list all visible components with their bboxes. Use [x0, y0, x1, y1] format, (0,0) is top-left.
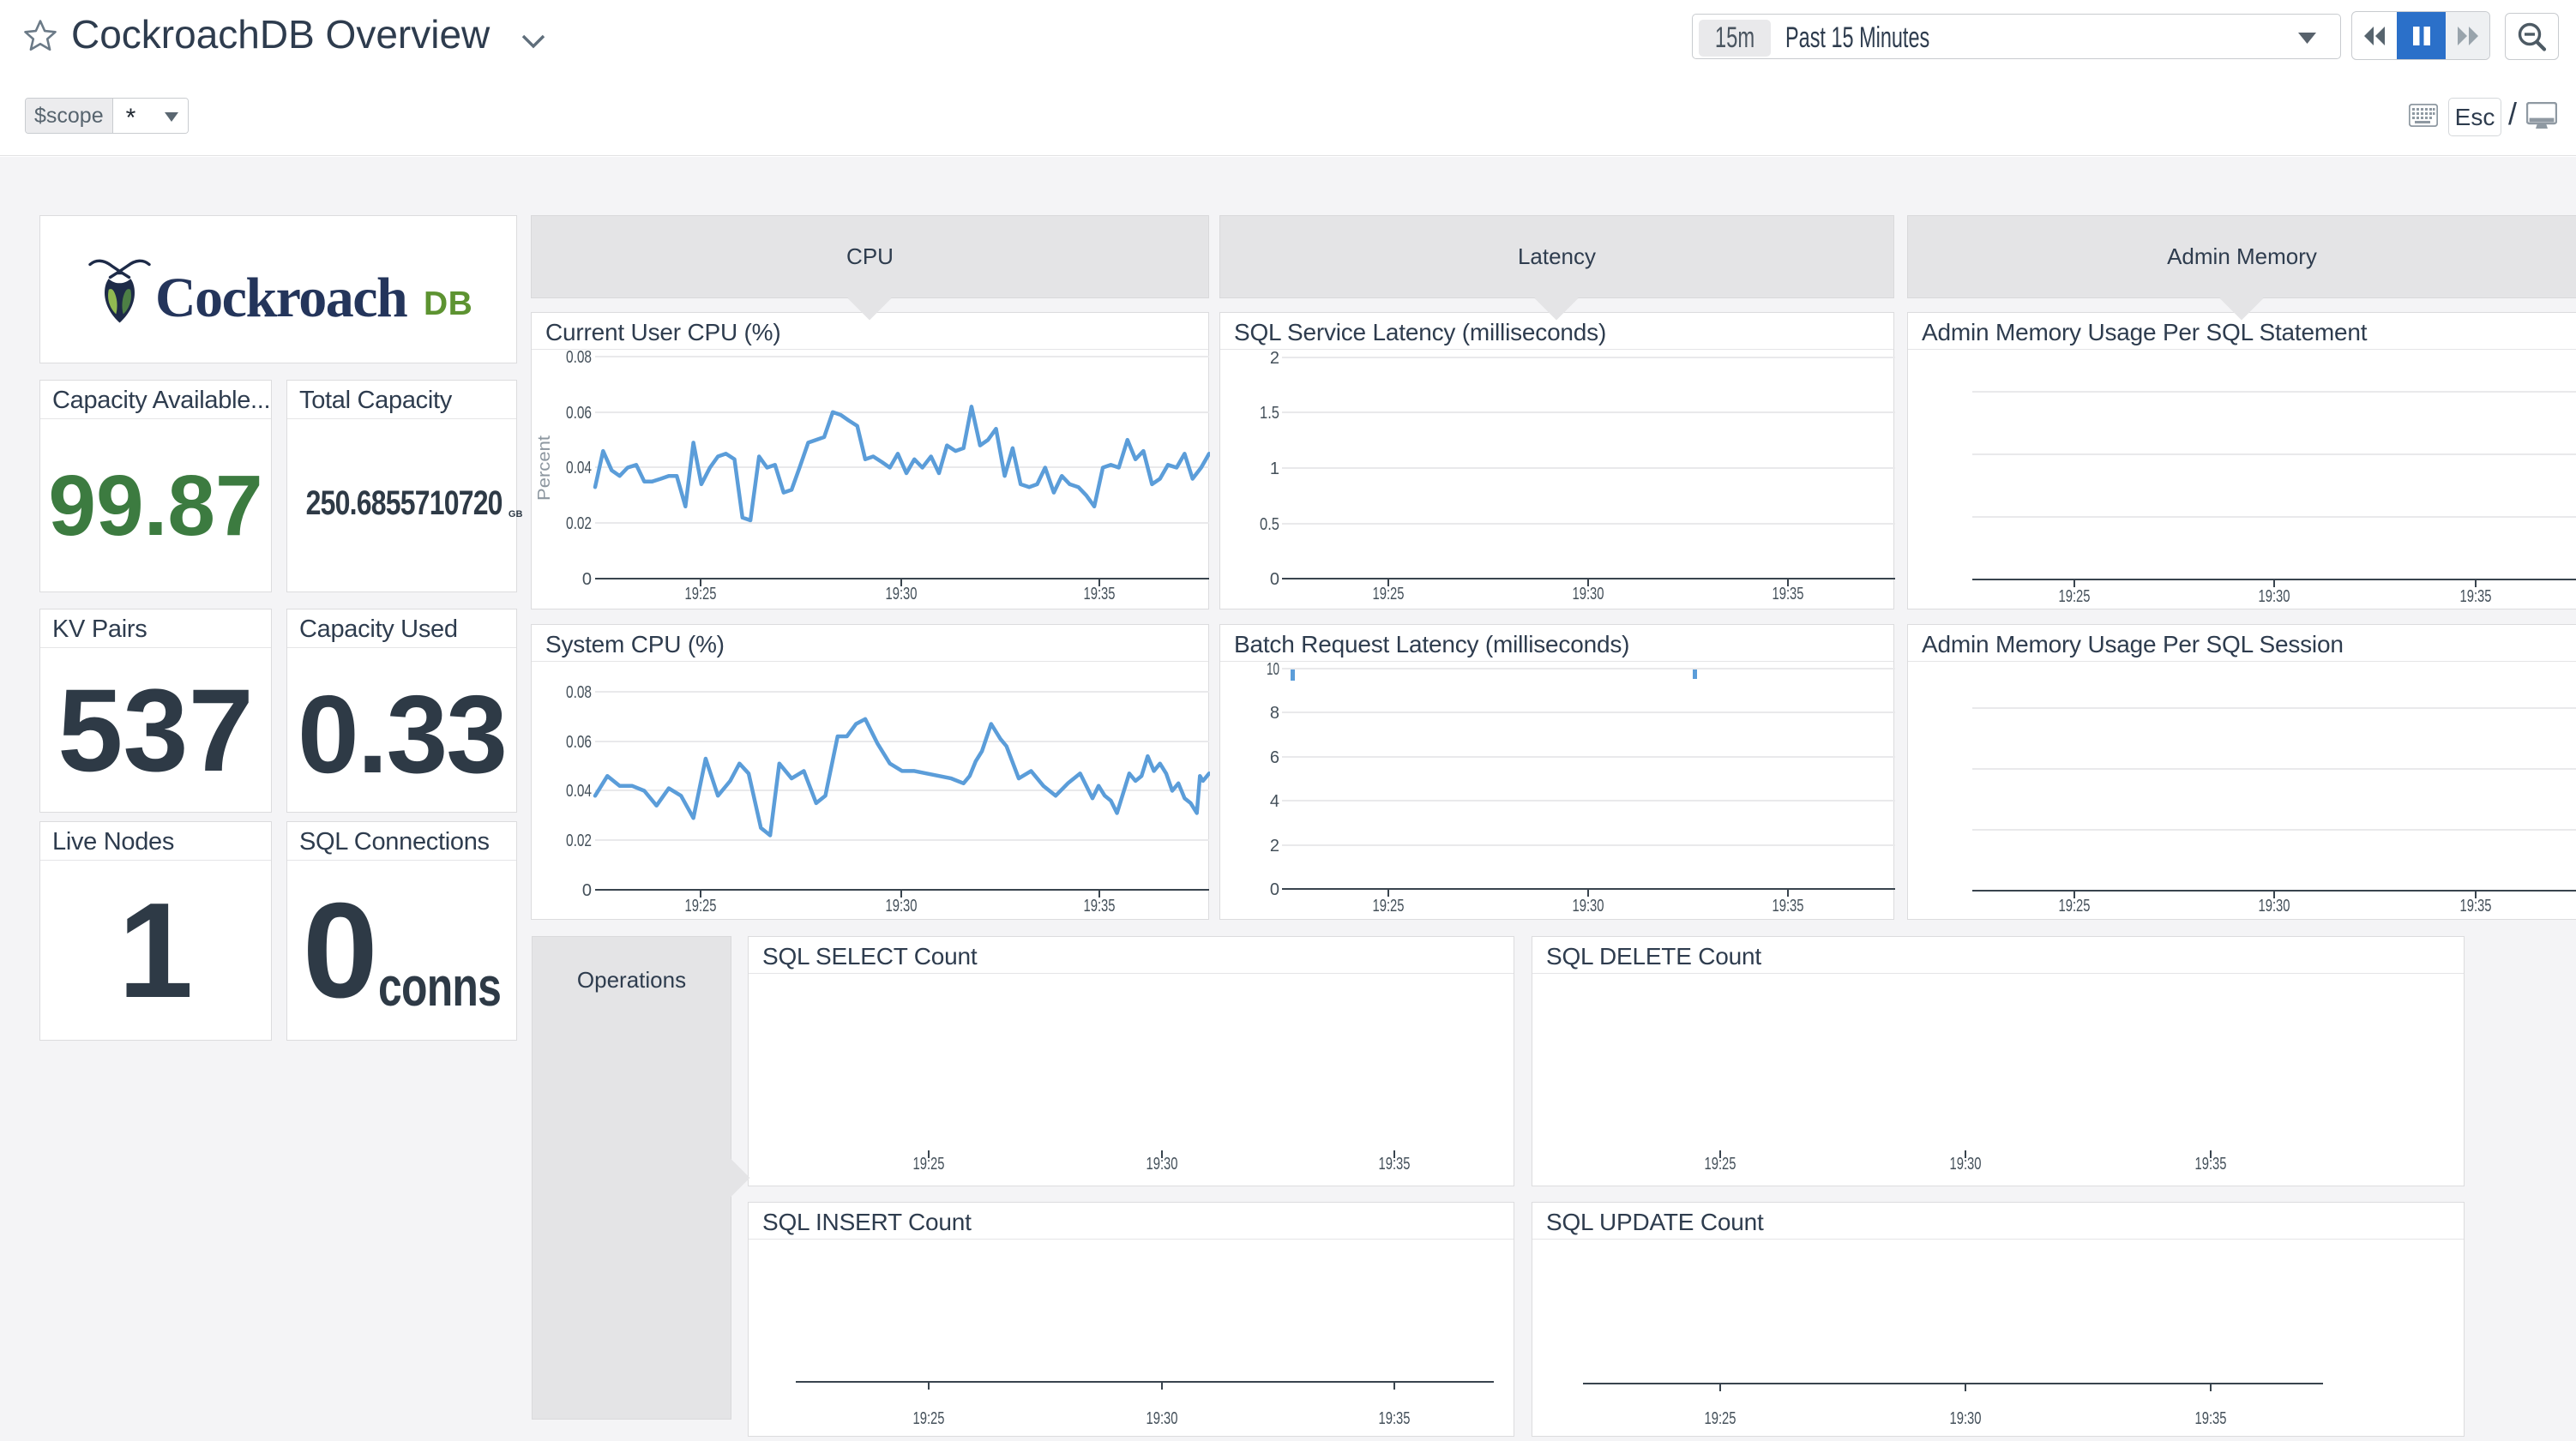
svg-text:0.08: 0.08	[566, 348, 592, 367]
svg-text:19:35: 19:35	[1379, 1155, 1411, 1174]
svg-text:19:35: 19:35	[2195, 1155, 2227, 1174]
svg-text:19:25: 19:25	[913, 1409, 945, 1428]
svg-text:0.06: 0.06	[566, 733, 592, 752]
svg-text:19:25: 19:25	[1373, 897, 1405, 916]
svg-text:19:25: 19:25	[685, 897, 717, 916]
svg-text:19:25: 19:25	[685, 585, 717, 603]
svg-text:19:35: 19:35	[1379, 1409, 1411, 1428]
svg-text:19:35: 19:35	[2460, 587, 2492, 606]
svg-text:19:30: 19:30	[1573, 897, 1604, 916]
svg-text:0.02: 0.02	[566, 832, 592, 850]
svg-text:2: 2	[1270, 349, 1279, 368]
svg-text:1: 1	[1270, 459, 1279, 478]
svg-text:19:35: 19:35	[1773, 585, 1804, 603]
svg-text:4: 4	[1270, 792, 1279, 811]
svg-text:19:25: 19:25	[913, 1155, 945, 1174]
svg-text:19:25: 19:25	[2059, 587, 2091, 606]
svg-text:0.04: 0.04	[566, 459, 592, 477]
svg-text:19:30: 19:30	[2259, 897, 2290, 916]
svg-text:19:35: 19:35	[2195, 1409, 2227, 1428]
svg-text:0: 0	[1270, 880, 1279, 899]
svg-text:19:35: 19:35	[1084, 897, 1116, 916]
svg-text:19:30: 19:30	[886, 897, 918, 916]
svg-text:0.06: 0.06	[566, 404, 592, 423]
svg-text:Percent: Percent	[535, 435, 554, 501]
svg-text:19:25: 19:25	[1705, 1155, 1736, 1174]
svg-text:19:35: 19:35	[2460, 897, 2492, 916]
svg-text:1.5: 1.5	[1260, 404, 1279, 423]
svg-text:6: 6	[1270, 748, 1279, 767]
svg-text:19:35: 19:35	[1773, 897, 1804, 916]
svg-text:19:30: 19:30	[1950, 1155, 1982, 1174]
svg-text:19:25: 19:25	[1705, 1409, 1736, 1428]
svg-text:19:30: 19:30	[1147, 1155, 1178, 1174]
svg-text:19:25: 19:25	[2059, 897, 2091, 916]
svg-text:0: 0	[1270, 570, 1279, 589]
svg-text:0.04: 0.04	[566, 782, 592, 801]
svg-text:19:35: 19:35	[1084, 585, 1116, 603]
svg-text:0: 0	[582, 881, 592, 900]
svg-text:19:30: 19:30	[1147, 1409, 1178, 1428]
svg-text:2: 2	[1270, 837, 1279, 856]
svg-text:19:30: 19:30	[886, 585, 918, 603]
svg-text:19:30: 19:30	[2259, 587, 2290, 606]
svg-text:0.5: 0.5	[1260, 515, 1279, 534]
svg-text:19:30: 19:30	[1573, 585, 1604, 603]
svg-text:0.02: 0.02	[566, 514, 592, 533]
svg-text:8: 8	[1270, 704, 1279, 723]
svg-text:10: 10	[1267, 660, 1279, 679]
svg-text:0.08: 0.08	[566, 683, 592, 702]
svg-text:19:25: 19:25	[1373, 585, 1405, 603]
svg-text:0: 0	[582, 570, 592, 589]
svg-text:19:30: 19:30	[1950, 1409, 1982, 1428]
